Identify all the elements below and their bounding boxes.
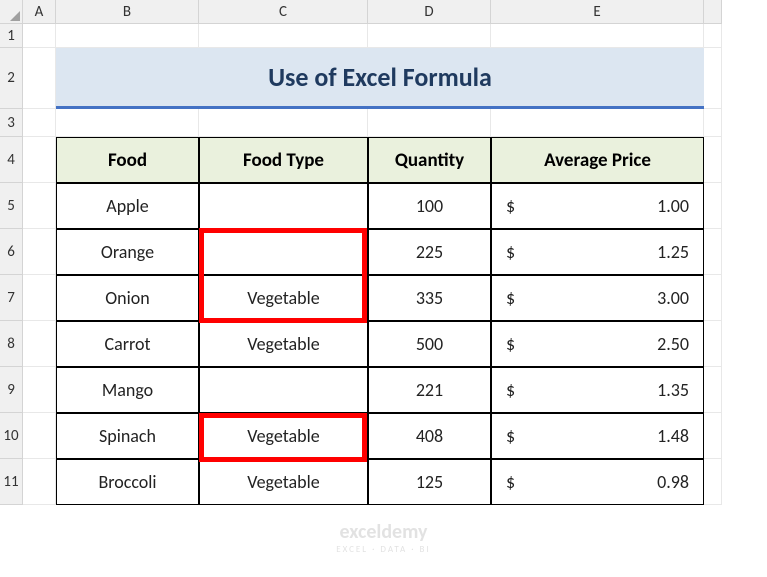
price-value: 0.98 — [657, 471, 689, 493]
cell-qty-5[interactable]: 408 — [368, 413, 491, 459]
cell-F8[interactable] — [704, 321, 722, 367]
row-header-7[interactable]: 7 — [0, 275, 23, 321]
cell-F6[interactable] — [704, 229, 722, 275]
cell-price-0[interactable]: $ 1.00 — [491, 183, 704, 229]
price-value: 1.25 — [657, 241, 689, 263]
cell-D3[interactable] — [368, 109, 491, 137]
cell-price-2[interactable]: $ 3.00 — [491, 275, 704, 321]
cell-F1[interactable] — [704, 24, 722, 48]
currency-symbol: $ — [506, 379, 515, 401]
cell-A5[interactable] — [23, 183, 56, 229]
table-header-quantity[interactable]: Quantity — [368, 137, 491, 183]
row-header-5[interactable]: 5 — [0, 183, 23, 229]
table-header-food[interactable]: Food — [56, 137, 199, 183]
cell-food-3[interactable]: Carrot — [56, 321, 199, 367]
table-header-avg-price[interactable]: Average Price — [491, 137, 704, 183]
row-header-6[interactable]: 6 — [0, 229, 23, 275]
cell-foodtype-2[interactable]: Vegetable — [199, 275, 368, 321]
currency-symbol: $ — [506, 425, 515, 447]
cell-A10[interactable] — [23, 413, 56, 459]
cell-B3[interactable] — [56, 109, 199, 137]
price-value: 1.48 — [657, 425, 689, 447]
cell-food-1[interactable]: Orange — [56, 229, 199, 275]
cell-F4[interactable] — [704, 137, 722, 183]
cell-qty-1[interactable]: 225 — [368, 229, 491, 275]
row-header-3[interactable]: 3 — [0, 109, 23, 137]
table-header-food-type[interactable]: Food Type — [199, 137, 368, 183]
cell-A3[interactable] — [23, 109, 56, 137]
cell-foodtype-3[interactable]: Vegetable — [199, 321, 368, 367]
col-header-E[interactable]: E — [491, 0, 704, 24]
cell-D1[interactable] — [368, 24, 491, 48]
cell-A6[interactable] — [23, 229, 56, 275]
cell-foodtype-4[interactable] — [199, 367, 368, 413]
row-header-9[interactable]: 9 — [0, 367, 23, 413]
row-header-2[interactable]: 2 — [0, 48, 23, 109]
cell-E1[interactable] — [491, 24, 704, 48]
cell-A8[interactable] — [23, 321, 56, 367]
cell-B1[interactable] — [56, 24, 199, 48]
cell-qty-6[interactable]: 125 — [368, 459, 491, 505]
cell-F3[interactable] — [704, 109, 722, 137]
cell-F9[interactable] — [704, 367, 722, 413]
cell-A4[interactable] — [23, 137, 56, 183]
cell-C1[interactable] — [199, 24, 368, 48]
watermark: exceldemy EXCEL · DATA · BI — [336, 520, 430, 555]
currency-symbol: $ — [506, 471, 515, 493]
row-header-10[interactable]: 10 — [0, 413, 23, 459]
price-value: 1.00 — [657, 195, 689, 217]
col-header-blank[interactable] — [704, 0, 722, 24]
row-header-11[interactable]: 11 — [0, 459, 23, 505]
cell-food-4[interactable]: Mango — [56, 367, 199, 413]
col-header-B[interactable]: B — [56, 0, 199, 24]
price-value: 2.50 — [657, 333, 689, 355]
cell-F10[interactable] — [704, 413, 722, 459]
cell-foodtype-5[interactable]: Vegetable — [199, 413, 368, 459]
cell-F5[interactable] — [704, 183, 722, 229]
cell-E3[interactable] — [491, 109, 704, 137]
cell-qty-3[interactable]: 500 — [368, 321, 491, 367]
watermark-main: exceldemy — [339, 520, 427, 544]
cell-F11[interactable] — [704, 459, 722, 505]
cell-A2[interactable] — [23, 48, 56, 109]
cell-F2[interactable] — [704, 48, 722, 109]
price-value: 3.00 — [657, 287, 689, 309]
currency-symbol: $ — [506, 333, 515, 355]
col-header-A[interactable]: A — [23, 0, 56, 24]
currency-symbol: $ — [506, 287, 515, 309]
row-header-8[interactable]: 8 — [0, 321, 23, 367]
select-all-corner[interactable] — [0, 0, 23, 24]
cell-qty-4[interactable]: 221 — [368, 367, 491, 413]
cell-qty-0[interactable]: 100 — [368, 183, 491, 229]
cell-F7[interactable] — [704, 275, 722, 321]
spreadsheet-grid: A B C D E 1 2 Use of Excel Formula 3 4 F… — [0, 0, 767, 505]
cell-price-6[interactable]: $ 0.98 — [491, 459, 704, 505]
col-header-C[interactable]: C — [199, 0, 368, 24]
cell-foodtype-6[interactable]: Vegetable — [199, 459, 368, 505]
title-banner[interactable]: Use of Excel Formula — [56, 48, 704, 109]
row-header-1[interactable]: 1 — [0, 24, 23, 48]
cell-A7[interactable] — [23, 275, 56, 321]
cell-price-5[interactable]: $ 1.48 — [491, 413, 704, 459]
currency-symbol: $ — [506, 241, 515, 263]
cell-food-2[interactable]: Onion — [56, 275, 199, 321]
cell-food-0[interactable]: Apple — [56, 183, 199, 229]
cell-price-4[interactable]: $ 1.35 — [491, 367, 704, 413]
cell-price-3[interactable]: $ 2.50 — [491, 321, 704, 367]
cell-qty-2[interactable]: 335 — [368, 275, 491, 321]
cell-A1[interactable] — [23, 24, 56, 48]
col-header-D[interactable]: D — [368, 0, 491, 24]
cell-food-6[interactable]: Broccoli — [56, 459, 199, 505]
cell-foodtype-1[interactable] — [199, 229, 368, 275]
row-header-4[interactable]: 4 — [0, 137, 23, 183]
cell-price-1[interactable]: $ 1.25 — [491, 229, 704, 275]
currency-symbol: $ — [506, 195, 515, 217]
cell-food-5[interactable]: Spinach — [56, 413, 199, 459]
cell-A11[interactable] — [23, 459, 56, 505]
cell-C3[interactable] — [199, 109, 368, 137]
cell-A9[interactable] — [23, 367, 56, 413]
price-value: 1.35 — [657, 379, 689, 401]
watermark-sub: EXCEL · DATA · BI — [336, 544, 430, 555]
cell-foodtype-0[interactable] — [199, 183, 368, 229]
